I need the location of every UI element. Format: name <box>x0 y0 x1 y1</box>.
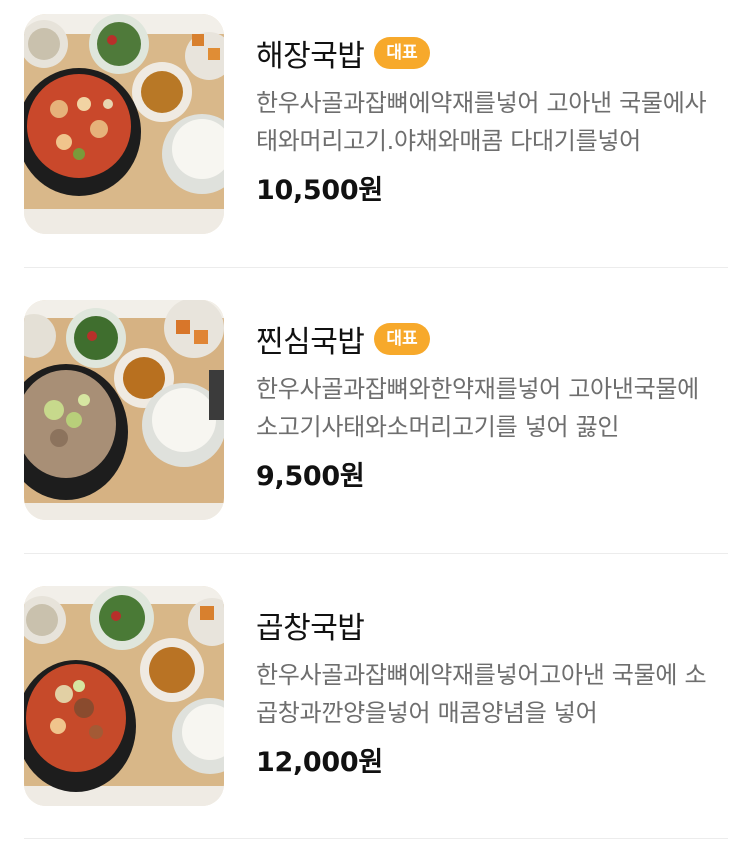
menu-item-description: 한우사골과잡뼈와한약재를넣어 고아낸국물에 소고기사태와소머리고기를 넣어 끓인 <box>256 375 699 441</box>
menu-list: 해장국밥 대표 한우사골과잡뼈에약재를넣어 고아낸 국물에사태와머리고기.야채와… <box>0 0 752 844</box>
menu-item-price: 9,500원 <box>256 461 365 492</box>
menu-item-photo[interactable] <box>24 300 224 520</box>
menu-item-price: 10,500원 <box>256 175 383 206</box>
menu-item-info: 해장국밥 대표 한우사골과잡뼈에약재를넣어 고아낸 국물에사태와머리고기.야채와… <box>256 30 728 207</box>
menu-item-info: 찐심국밥 대표 한우사골과잡뼈와한약재를넣어 고아낸국물에 소고기사태와소머리고… <box>256 316 728 493</box>
menu-item-name-row: 곱창국밥 <box>256 602 728 648</box>
divider <box>24 267 728 268</box>
menu-item-jjinsim-gukbap[interactable]: 찐심국밥 대표 한우사골과잡뼈와한약재를넣어 고아낸국물에 소고기사태와소머리고… <box>24 300 728 520</box>
menu-item-name: 곱창국밥 <box>256 611 365 646</box>
menu-item-gopchang-gukbap[interactable]: 곱창국밥 한우사골과잡뼈에약재를넣어고아낸 국물에 소곱창과깐양을넣어 매콤양념… <box>24 586 728 806</box>
menu-item-name-row: 찐심국밥 대표 <box>256 316 728 362</box>
menu-item-photo[interactable] <box>24 586 224 806</box>
signature-badge: 대표 <box>374 323 430 355</box>
menu-item-info: 곱창국밥 한우사골과잡뼈에약재를넣어고아낸 국물에 소곱창과깐양을넣어 매콤양념… <box>256 602 728 779</box>
divider <box>24 553 728 554</box>
menu-item-description: 한우사골과잡뼈에약재를넣어 고아낸 국물에사태와머리고기.야채와매콤 다대기를넣… <box>256 89 707 155</box>
divider <box>24 838 728 839</box>
menu-item-photo[interactable] <box>24 14 224 234</box>
menu-item-name: 해장국밥 <box>256 39 365 74</box>
menu-item-price: 12,000원 <box>256 747 383 778</box>
signature-badge: 대표 <box>374 37 430 69</box>
menu-item-name-row: 해장국밥 대표 <box>256 30 728 76</box>
menu-item-name: 찐심국밥 <box>256 325 365 360</box>
menu-item-haejang-gukbap[interactable]: 해장국밥 대표 한우사골과잡뼈에약재를넣어 고아낸 국물에사태와머리고기.야채와… <box>24 14 728 234</box>
menu-item-description: 한우사골과잡뼈에약재를넣어고아낸 국물에 소곱창과깐양을넣어 매콤양념을 넣어 <box>256 661 707 727</box>
